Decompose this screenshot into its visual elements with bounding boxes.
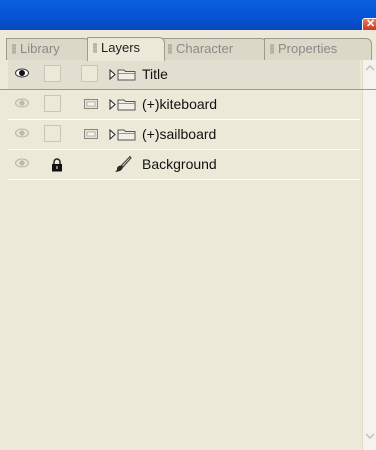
grip-icon xyxy=(270,44,274,54)
scroll-down-icon[interactable] xyxy=(365,432,375,440)
lock-toggle[interactable] xyxy=(44,125,61,142)
lock-toggle[interactable] xyxy=(44,95,61,112)
layer-name: (+)sailboard xyxy=(142,126,217,142)
grip-icon xyxy=(168,44,172,54)
lock-icon[interactable] xyxy=(51,158,63,172)
layer-name: Title xyxy=(142,66,168,82)
scroll-up-icon[interactable] xyxy=(365,64,375,72)
layer-row-kiteboard[interactable]: (+)kiteboard xyxy=(8,90,360,120)
tab-label: Library xyxy=(20,41,60,56)
grip-icon xyxy=(12,44,16,54)
tab-layers[interactable]: Layers xyxy=(87,37,165,61)
layers-panel: ✕ Library Layers Character Properties Ti… xyxy=(0,0,376,450)
tab-library[interactable]: Library xyxy=(6,38,90,60)
expand-arrow-icon[interactable] xyxy=(109,99,116,110)
eye-icon[interactable] xyxy=(15,158,29,168)
eye-icon[interactable] xyxy=(15,128,29,138)
mask-icon[interactable] xyxy=(84,99,98,109)
eye-icon[interactable] xyxy=(15,98,29,108)
tab-properties[interactable]: Properties xyxy=(264,38,372,60)
expand-arrow-icon[interactable] xyxy=(109,69,116,80)
tab-divider xyxy=(0,89,376,90)
brush-icon xyxy=(115,155,132,172)
tab-label: Properties xyxy=(278,41,338,56)
folder-icon xyxy=(117,69,136,81)
eye-icon[interactable] xyxy=(15,68,29,78)
vertical-scrollbar[interactable] xyxy=(362,60,376,450)
layer-row-background[interactable]: Background xyxy=(8,150,360,180)
layer-list: Title (+)kiteboard (+)sailboard Backgrou… xyxy=(8,60,360,450)
tab-label: Layers xyxy=(101,40,141,55)
layer-row-sailboard[interactable]: (+)sailboard xyxy=(8,120,360,150)
layer-name: Background xyxy=(142,156,217,172)
title-bar[interactable]: ✕ xyxy=(0,0,376,32)
folder-icon xyxy=(117,129,136,141)
layer-name: (+)kiteboard xyxy=(142,96,218,112)
folder-icon xyxy=(117,99,136,111)
layer-row-title[interactable]: Title xyxy=(8,60,360,90)
grip-icon xyxy=(93,43,97,53)
mask-icon[interactable] xyxy=(84,129,98,139)
tab-label: Character xyxy=(176,41,234,56)
mask-toggle[interactable] xyxy=(81,65,98,82)
tab-character[interactable]: Character xyxy=(162,38,267,60)
lock-toggle[interactable] xyxy=(44,65,61,82)
expand-arrow-icon[interactable] xyxy=(109,129,116,140)
tab-strip: Library Layers Character Properties xyxy=(0,30,376,90)
